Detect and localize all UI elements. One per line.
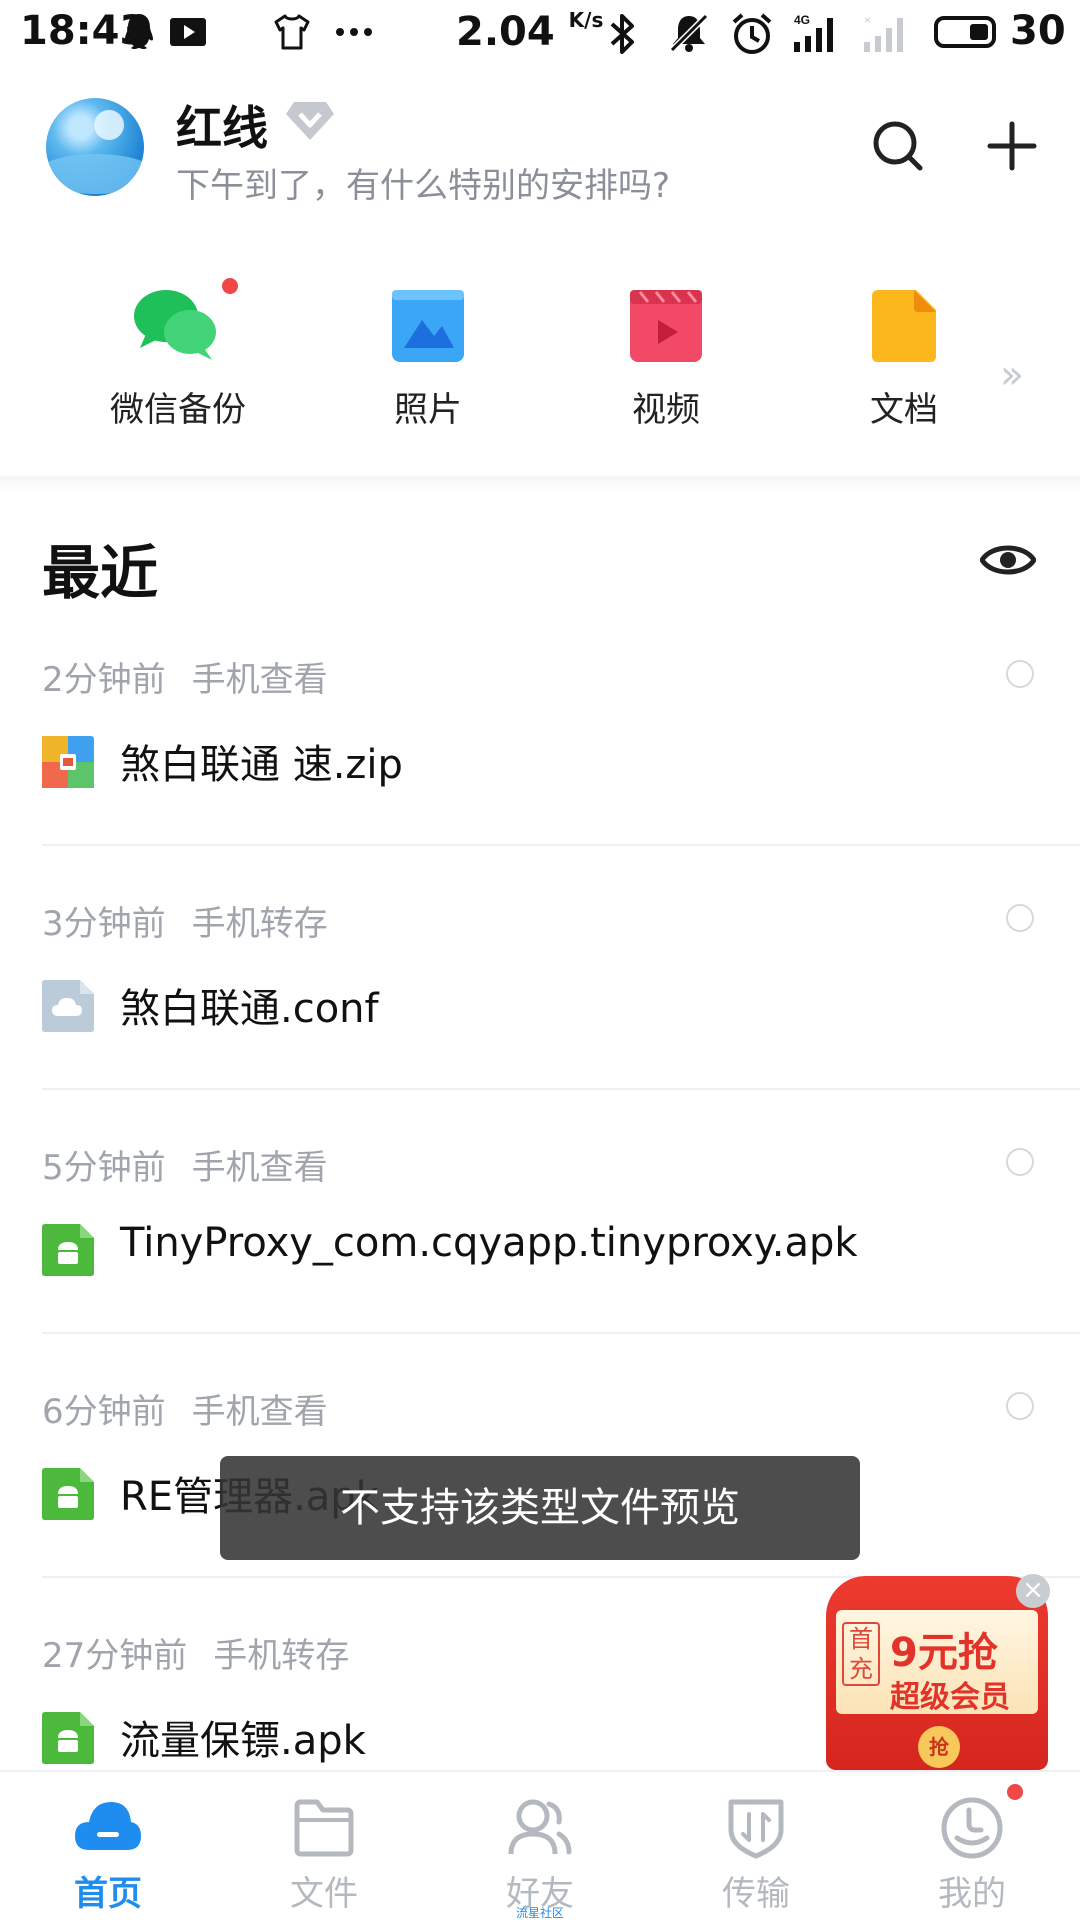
photo-icon: [392, 290, 464, 362]
tab-friends[interactable]: 好友 流星社区: [432, 1772, 648, 1922]
shirt-icon: [274, 14, 310, 50]
item-meta: 27分钟前 手机转存: [42, 1636, 350, 1676]
plus-icon[interactable]: [984, 118, 1040, 174]
tab-profile[interactable]: 我的: [864, 1772, 1080, 1922]
item-meta: 5分钟前 手机查看: [42, 1148, 328, 1188]
battery-icon: [934, 16, 996, 48]
close-icon[interactable]: ×: [1016, 1574, 1050, 1608]
tab-label: 传输: [722, 1874, 790, 1914]
divider: [42, 1088, 1080, 1090]
cloud-file-icon: [42, 980, 94, 1032]
category-photos[interactable]: 照片: [328, 270, 528, 431]
friends-icon: [508, 1799, 572, 1855]
avatar[interactable]: [46, 98, 144, 196]
folder-icon: [294, 1799, 354, 1857]
notification-badge: [1007, 1784, 1023, 1800]
list-item[interactable]: 5分钟前 手机查看 TinyProxy_com.cqyapp.tinyproxy.…: [0, 1140, 1080, 1384]
select-radio[interactable]: [1006, 660, 1034, 688]
profile-icon: [941, 1797, 1003, 1859]
category-label: 文档: [870, 390, 938, 430]
vip-diamond-icon[interactable]: [284, 98, 336, 142]
list-item[interactable]: 3分钟前 手机转存 煞白联通.conf: [0, 896, 1080, 1140]
wechat-icon: [134, 290, 216, 360]
eye-icon[interactable]: [980, 536, 1036, 584]
category-wechat-backup[interactable]: 微信备份: [78, 270, 278, 431]
username[interactable]: 红线: [176, 92, 268, 158]
tab-files[interactable]: 文件: [216, 1772, 432, 1922]
promo-subline: 超级会员: [890, 1680, 1010, 1715]
select-radio[interactable]: [1006, 904, 1034, 932]
list-item[interactable]: 2分钟前 手机查看 煞白联通 速.zip: [0, 652, 1080, 896]
file-name: 煞白联通 速.zip: [120, 742, 403, 788]
divider: [42, 844, 1080, 846]
promo-tag: 首充: [842, 1622, 880, 1686]
transfer-shield-icon: [728, 1799, 784, 1859]
category-documents[interactable]: 文档: [804, 270, 1004, 431]
select-radio[interactable]: [1006, 1392, 1034, 1420]
greeting-text: 下午到了，有什么特别的安排吗?: [176, 166, 671, 206]
battery-level: 30: [1010, 8, 1066, 54]
status-bar: 18:43 2.04 K/s 4G × 30: [0, 0, 1080, 68]
more-dots-icon: [336, 28, 372, 36]
category-shortcuts: 微信备份 照片 视频 文档: [0, 270, 1080, 470]
promo-coin: 抢: [918, 1726, 960, 1768]
tab-label: 首页: [74, 1874, 142, 1914]
video-icon: [630, 290, 702, 362]
toast-message: 不支持该类型文件预览: [220, 1456, 860, 1560]
select-radio[interactable]: [1006, 1148, 1034, 1176]
bottom-nav: 首页 文件 好友 流星社区 传输 我的: [0, 1770, 1080, 1922]
tab-sublabel: 流星社区: [515, 1906, 564, 1920]
zip-file-icon: [42, 736, 94, 788]
tab-home[interactable]: 首页: [0, 1772, 216, 1922]
signal-sim2-icon: ×: [864, 13, 903, 52]
item-meta: 2分钟前 手机查看: [42, 660, 328, 700]
section-title-recent: 最近: [42, 539, 159, 607]
divider: [42, 1332, 1080, 1334]
play-icon: [170, 18, 206, 46]
signal-4g-icon: 4G: [794, 13, 833, 52]
item-meta: 6分钟前 手机查看: [42, 1392, 328, 1432]
category-label: 视频: [632, 390, 700, 430]
tab-transfer[interactable]: 传输: [648, 1772, 864, 1922]
apk-file-icon: [42, 1468, 94, 1520]
mute-bell-icon: [669, 13, 709, 53]
promo-headline: 9元抢: [890, 1630, 998, 1676]
network-speed: 2.04 K/s: [456, 8, 604, 55]
bluetooth-icon: [610, 14, 634, 54]
section-divider: [0, 476, 1080, 492]
category-label: 微信备份: [110, 390, 246, 430]
alarm-icon: [732, 13, 772, 54]
document-icon: [872, 290, 936, 362]
file-name: 流量保镖.apk: [120, 1718, 366, 1764]
svg-text:4G: 4G: [794, 13, 810, 27]
svg-text:×: ×: [864, 13, 871, 27]
tab-label: 我的: [938, 1874, 1006, 1914]
more-categories-icon[interactable]: ››: [1000, 352, 1024, 398]
file-name: TinyProxy_com.cqyapp.tinyproxy.apk: [120, 1220, 858, 1266]
qq-icon: [125, 14, 153, 49]
tab-label: 文件: [290, 1874, 358, 1914]
apk-file-icon: [42, 1224, 94, 1276]
file-name: 煞白联通.conf: [120, 986, 379, 1032]
cloud-home-icon: [75, 1802, 141, 1850]
apk-file-icon: [42, 1712, 94, 1764]
promo-banner[interactable]: 首充 9元抢 超级会员 抢 ×: [826, 1574, 1050, 1770]
category-label: 照片: [394, 390, 462, 430]
new-badge: [222, 278, 238, 294]
category-videos[interactable]: 视频: [566, 270, 766, 431]
item-meta: 3分钟前 手机转存: [42, 904, 328, 944]
search-icon[interactable]: [870, 118, 926, 174]
